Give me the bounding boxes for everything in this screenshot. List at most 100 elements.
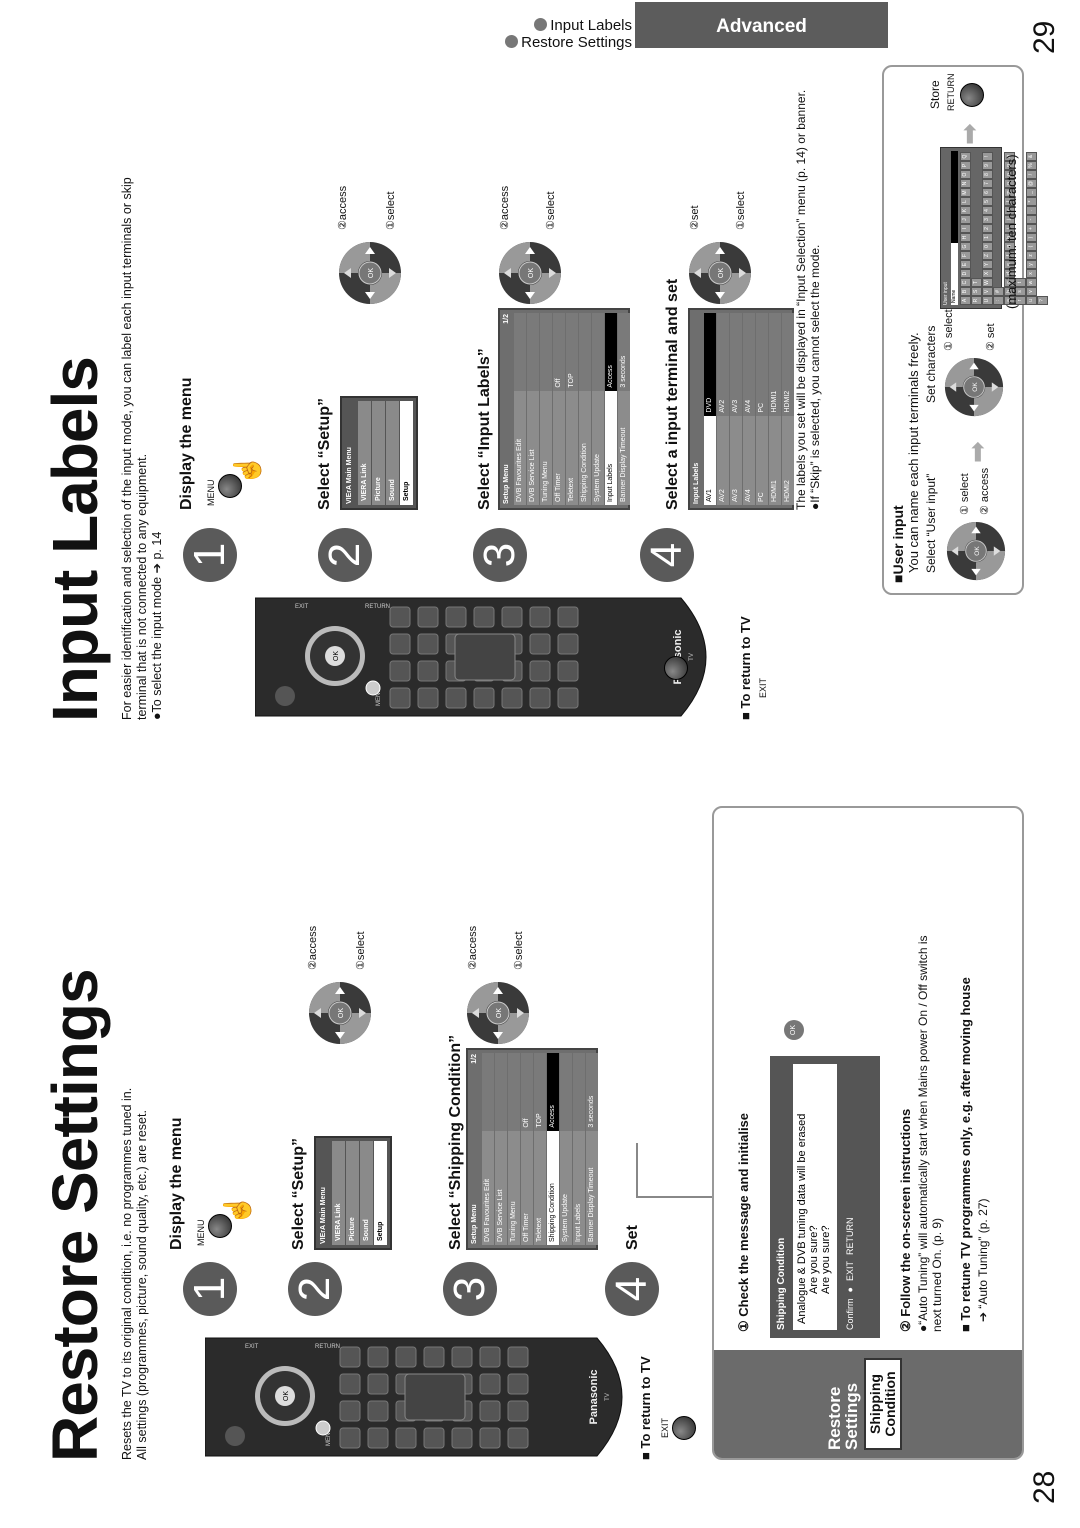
key[interactable]: J (960, 215, 971, 224)
key[interactable]: X (982, 269, 993, 278)
key[interactable]: 8 (982, 170, 993, 179)
key[interactable]: u (1026, 296, 1037, 305)
key[interactable]: ( (1026, 242, 1037, 251)
navigation-dial[interactable]: OK (498, 241, 562, 305)
menu-row[interactable]: Off Timer Off (521, 1053, 533, 1245)
key[interactable]: ) (1026, 233, 1037, 242)
menu-row[interactable]: HDMI2 HDMI2 (782, 313, 794, 505)
key[interactable]: W (982, 278, 993, 287)
key[interactable]: Z (982, 251, 993, 260)
main-menu-item[interactable]: Sound (386, 401, 399, 505)
key[interactable]: N (960, 179, 971, 188)
key[interactable]: 5 (982, 197, 993, 206)
key[interactable]: - (1026, 215, 1037, 224)
menu-row[interactable]: AV4 AV4 (743, 313, 755, 505)
key[interactable]: C (960, 278, 971, 287)
key[interactable]: O (960, 170, 971, 179)
menu-row[interactable]: Tuning Menu (508, 1053, 520, 1245)
main-menu-item[interactable]: Picture (372, 401, 385, 505)
navigation-dial[interactable]: OK (946, 521, 1006, 581)
menu-row[interactable]: Off Timer Off (553, 313, 565, 505)
key[interactable]: + (1026, 224, 1037, 233)
key[interactable]: P (960, 161, 971, 170)
navigation-dial[interactable]: OK (308, 981, 372, 1045)
key[interactable]: & (1026, 152, 1037, 161)
ok-button[interactable]: OK (784, 1020, 804, 1040)
key[interactable]: T (971, 278, 982, 287)
exit-button[interactable] (672, 1416, 696, 1440)
key[interactable]: . (1026, 206, 1037, 215)
navigation-dial[interactable]: OK (338, 241, 402, 305)
key[interactable]: F (960, 251, 971, 260)
key[interactable]: B (960, 287, 971, 296)
auto-tuning-link[interactable]: ➔ “Auto Tuning” (p. 27) (976, 1199, 990, 1322)
menu-row[interactable]: DVB Favourites Edit (482, 1053, 494, 1245)
menu-row[interactable]: DVB Service List (527, 313, 539, 505)
exit-button[interactable] (664, 656, 688, 680)
key[interactable]: _ (1026, 188, 1037, 197)
menu-row[interactable]: DVB Favourites Edit (514, 313, 526, 505)
menu-row[interactable]: Teletext TOP (566, 313, 578, 505)
key[interactable]: M (960, 188, 971, 197)
key[interactable]: : (993, 296, 1004, 305)
dialog-return[interactable]: RETURN (845, 1218, 855, 1256)
key[interactable]: Q (960, 152, 971, 161)
menu-row[interactable]: Shipping Condition Access (547, 1053, 559, 1245)
key[interactable]: ! (982, 152, 993, 161)
menu-row[interactable]: AV2 AV2 (717, 313, 729, 505)
dialog-exit[interactable]: EXIT (845, 1261, 855, 1281)
menu-row[interactable]: Input Labels (573, 1053, 585, 1245)
menu-row[interactable]: AV1 DVD (704, 313, 716, 505)
key[interactable]: 9 (982, 161, 993, 170)
menu-row[interactable]: Tuning Menu (540, 313, 552, 505)
key[interactable]: 1 (982, 233, 993, 242)
key[interactable]: G (960, 242, 971, 251)
key[interactable]: A (960, 296, 971, 305)
menu-row[interactable]: PC PC (756, 313, 768, 505)
main-menu-item[interactable]: Setup (400, 401, 413, 505)
key[interactable]: K (960, 206, 971, 215)
navigation-dial[interactable]: OK (944, 357, 1004, 417)
key[interactable]: I (960, 224, 971, 233)
key[interactable]: # (993, 287, 1004, 296)
navigation-dial[interactable]: OK (466, 981, 530, 1045)
menu-row[interactable]: System Update (592, 313, 604, 505)
key[interactable]: * (1026, 197, 1037, 206)
key[interactable]: w (1026, 278, 1037, 287)
key[interactable]: 2 (982, 224, 993, 233)
key[interactable]: D (960, 269, 971, 278)
menu-row[interactable]: Banner Display Timeout 3 seconds (586, 1053, 598, 1245)
menu-row[interactable]: Input Labels Access (605, 313, 617, 505)
key[interactable]: % (1026, 161, 1037, 170)
key[interactable]: V (982, 287, 993, 296)
menu-row[interactable]: HDMI1 HDMI1 (769, 313, 781, 505)
menu-row[interactable]: AV3 AV3 (730, 313, 742, 505)
key[interactable]: / (1026, 170, 1037, 179)
key[interactable]: v (1026, 287, 1037, 296)
menu-row[interactable]: Banner Display Timeout 3 seconds (618, 313, 630, 505)
menu-row[interactable]: DVB Service List (495, 1053, 507, 1245)
main-menu-item[interactable]: Sound (360, 1141, 373, 1245)
main-menu-item[interactable]: Setup (374, 1141, 387, 1245)
main-menu-item[interactable]: Picture (346, 1141, 359, 1245)
key[interactable]: z (1026, 251, 1037, 260)
navigation-dial[interactable]: OK (688, 241, 752, 305)
key[interactable]: U (982, 296, 993, 305)
key[interactable]: 0 (982, 242, 993, 251)
key[interactable]: S (971, 287, 982, 296)
main-menu-item[interactable]: VIERA Link (332, 1141, 345, 1245)
key[interactable]: L (960, 197, 971, 206)
key[interactable]: x (1026, 269, 1037, 278)
key[interactable]: E (960, 260, 971, 269)
key[interactable]: Y (982, 260, 993, 269)
menu-row[interactable]: System Update (560, 1053, 572, 1245)
main-menu-item[interactable]: VIERA Link (358, 401, 371, 505)
key[interactable]: 7 (982, 179, 993, 188)
key[interactable]: y (1026, 260, 1037, 269)
key[interactable]: 3 (982, 215, 993, 224)
key[interactable]: ? (1037, 296, 1048, 305)
key[interactable]: @ (1026, 179, 1037, 188)
key[interactable]: H (960, 233, 971, 242)
key[interactable]: 4 (982, 206, 993, 215)
return-button[interactable] (960, 83, 984, 107)
